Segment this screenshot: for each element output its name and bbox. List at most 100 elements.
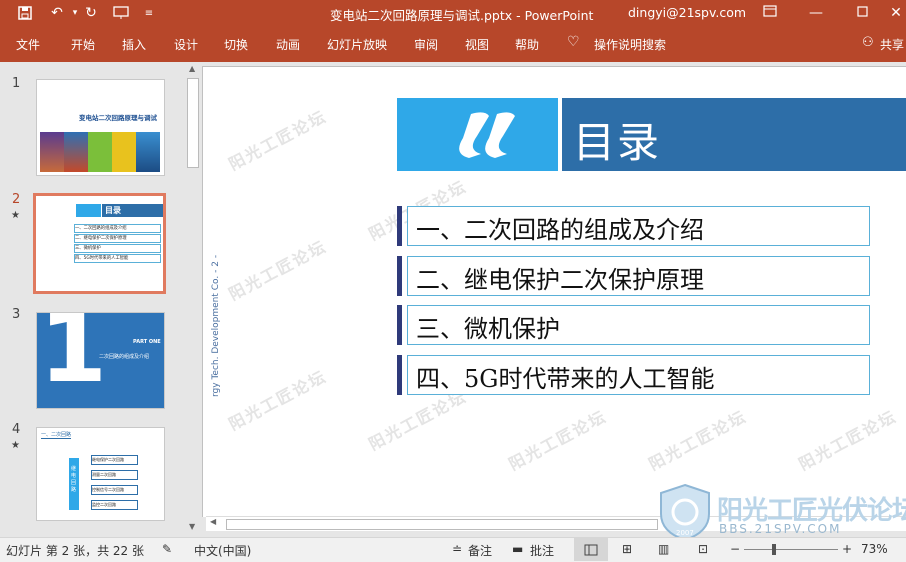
toc-item-text: 四、5G时代带来的人工智能 bbox=[416, 365, 715, 393]
redo-icon[interactable]: ↻ bbox=[82, 4, 100, 22]
company-logo-icon bbox=[459, 112, 515, 158]
tab-file[interactable]: 文件 bbox=[16, 36, 40, 53]
customize-toolbar-icon[interactable]: ≡ bbox=[140, 4, 158, 22]
notes-icon: ≐ bbox=[452, 542, 463, 556]
scroll-left-icon[interactable]: ◀ bbox=[210, 517, 216, 526]
toc-item[interactable]: 二、继电保护二次保护原理 bbox=[397, 256, 870, 296]
tab-help[interactable]: 帮助 bbox=[515, 36, 539, 53]
slide-number: 2 bbox=[12, 192, 21, 207]
normal-view-icon bbox=[584, 544, 598, 556]
zoom-level[interactable]: 73% bbox=[861, 542, 888, 556]
slide-thumbnail-2[interactable]: 目录 一、二次回路的组成及介绍 二、继电保护二次保护原理 三、微机保护 四、5G… bbox=[33, 193, 166, 294]
save-icon[interactable] bbox=[16, 4, 34, 22]
tab-slideshow[interactable]: 幻灯片放映 bbox=[327, 36, 387, 53]
slide-footer-vertical: rgy Tech. Development Co. - 2 - bbox=[211, 254, 221, 397]
maximize-icon[interactable] bbox=[852, 3, 872, 23]
normal-view-button[interactable] bbox=[574, 538, 608, 561]
slideshow-icon[interactable]: ⊡ bbox=[698, 542, 708, 556]
logo-year: 2007 bbox=[676, 529, 694, 537]
slide2-thumb-item: 一、二次回路的组成及介绍 bbox=[74, 224, 161, 233]
toc-item[interactable]: 三、微机保护 bbox=[397, 305, 870, 345]
ribbon-tabs: 文件 开始 插入 设计 切换 动画 幻灯片放映 审阅 视图 帮助 ♡ 操作说明搜… bbox=[0, 26, 906, 62]
accessibility-icon[interactable]: ✎ bbox=[162, 542, 172, 556]
toc-item-text: 一、二次回路的组成及介绍 bbox=[416, 216, 704, 244]
title-bar: ↶ ▾ ↻ ≡ 变电站二次回路原理与调试.pptx - PowerPoint d… bbox=[0, 0, 906, 26]
forum-logo: 2007 阳光工匠光伏论坛 BBS.21SPV.COM bbox=[655, 482, 906, 542]
scroll-down-icon[interactable]: ▼ bbox=[189, 522, 195, 531]
transition-star-icon: ★ bbox=[11, 440, 20, 451]
slide3-subtitle: 二次回路的组成及介绍 bbox=[99, 354, 150, 360]
thumbnail-scrollbar[interactable]: ▲ ▼ bbox=[185, 64, 199, 534]
slide-thumbnail-3[interactable]: 1 PART ONE 二次回路的组成及介绍 bbox=[36, 312, 165, 409]
close-icon[interactable]: ✕ bbox=[886, 3, 906, 23]
watermark: 阳光工匠论坛 bbox=[225, 366, 330, 435]
slide-thumbnail-1[interactable]: 变电站二次回路原理与调试 bbox=[36, 79, 165, 176]
tab-review[interactable]: 审阅 bbox=[414, 36, 438, 53]
slide4-center: 继电回路 bbox=[71, 466, 77, 493]
slide-thumbnail-pane: 1 变电站二次回路原理与调试 2 ★ 目录 一、二次回路的组成及介绍 二、继电保… bbox=[0, 62, 200, 537]
toc-bullet-bar bbox=[397, 256, 402, 296]
slide1-photo-strip bbox=[40, 132, 160, 172]
toc-item[interactable]: 一、二次回路的组成及介绍 bbox=[397, 206, 870, 246]
toc-item-text: 三、微机保护 bbox=[416, 315, 560, 343]
toc-bullet-bar bbox=[397, 305, 402, 345]
status-bar: 幻灯片 第 2 张，共 22 张 ✎ 中文(中国) ≐ 备注 ▬ 批注 ⊞ ▥ … bbox=[0, 537, 906, 562]
scroll-up-icon[interactable]: ▲ bbox=[189, 64, 195, 73]
transition-star-icon: ★ bbox=[11, 210, 20, 221]
slide3-big-number: 1 bbox=[39, 312, 108, 405]
toc-bullet-bar bbox=[397, 355, 402, 395]
slide-thumbnail-4[interactable]: 一、二次回路 继电回路 继电保护二次回路 测量二次回路 控制信号二次回路 监控二… bbox=[36, 427, 165, 521]
tab-view[interactable]: 视图 bbox=[465, 36, 489, 53]
slide4-item: 继电保护二次回路 bbox=[91, 455, 138, 465]
comments-button[interactable]: 批注 bbox=[530, 542, 554, 559]
zoom-slider-thumb[interactable] bbox=[772, 544, 776, 555]
slide-number: 4 bbox=[12, 422, 21, 437]
tab-transitions[interactable]: 切换 bbox=[224, 36, 248, 53]
slide-number: 3 bbox=[12, 307, 21, 322]
user-account[interactable]: dingyi@21spv.com bbox=[628, 5, 746, 20]
present-from-start-icon[interactable] bbox=[112, 4, 130, 22]
watermark: 阳光工匠论坛 bbox=[795, 406, 900, 475]
reading-view-icon[interactable]: ▥ bbox=[658, 542, 669, 556]
slide3-part-label: PART ONE bbox=[133, 339, 161, 345]
slide4-item: 监控二次回路 bbox=[91, 500, 138, 510]
title-banner-logo bbox=[397, 98, 558, 171]
minimize-icon[interactable]: — bbox=[806, 3, 826, 23]
undo-icon[interactable]: ↶ bbox=[48, 4, 66, 22]
zoom-out-icon[interactable]: − bbox=[730, 542, 740, 556]
slide-sorter-icon[interactable]: ⊞ bbox=[622, 542, 632, 556]
slide4-header: 一、二次回路 bbox=[41, 432, 72, 439]
slide-number: 1 bbox=[12, 76, 21, 91]
scrollbar-thumb[interactable] bbox=[226, 519, 658, 530]
tab-design[interactable]: 设计 bbox=[174, 36, 198, 53]
logo-url: BBS.21SPV.COM bbox=[719, 522, 842, 536]
zoom-in-icon[interactable]: + bbox=[842, 542, 852, 556]
watermark: 阳光工匠论坛 bbox=[225, 106, 330, 175]
watermark: 阳光工匠论坛 bbox=[225, 236, 330, 305]
slide2-thumb-item: 四、5G时代带来的人工智能 bbox=[74, 254, 161, 263]
tell-me-search[interactable]: 操作说明搜索 bbox=[594, 36, 666, 53]
share-button[interactable]: 共享 bbox=[880, 36, 904, 53]
slide-title[interactable]: 目录 bbox=[573, 109, 661, 170]
comments-icon: ▬ bbox=[512, 542, 524, 556]
slide2-thumb-title: 目录 bbox=[105, 206, 121, 215]
slide-counter: 幻灯片 第 2 张，共 22 张 bbox=[6, 544, 144, 558]
scrollbar-thumb[interactable] bbox=[187, 78, 199, 168]
slide4-item: 控制信号二次回路 bbox=[91, 485, 138, 495]
tab-home[interactable]: 开始 bbox=[71, 36, 95, 53]
slide2-thumb-item: 二、继电保护二次保护原理 bbox=[74, 234, 161, 243]
watermark: 阳光工匠论坛 bbox=[645, 406, 750, 475]
person-icon: ⚇ bbox=[862, 35, 874, 50]
slide4-item: 测量二次回路 bbox=[91, 470, 138, 480]
tab-animations[interactable]: 动画 bbox=[276, 36, 300, 53]
ribbon-display-options-icon[interactable] bbox=[760, 3, 780, 23]
zoom-slider[interactable] bbox=[744, 544, 838, 555]
tab-insert[interactable]: 插入 bbox=[122, 36, 146, 53]
slide-canvas[interactable]: 阳光工匠论坛 阳光工匠论坛 阳光工匠论坛 阳光工匠论坛 阳光工匠论坛 阳光工匠论… bbox=[202, 66, 906, 517]
slide2-thumb-item: 三、微机保护 bbox=[74, 244, 161, 253]
language-indicator[interactable]: 中文(中国) bbox=[194, 542, 251, 559]
slide1-title: 变电站二次回路原理与调试 bbox=[79, 114, 157, 122]
notes-button[interactable]: 备注 bbox=[468, 542, 492, 559]
lightbulb-icon: ♡ bbox=[567, 34, 580, 50]
toc-item[interactable]: 四、5G时代带来的人工智能 bbox=[397, 355, 870, 395]
